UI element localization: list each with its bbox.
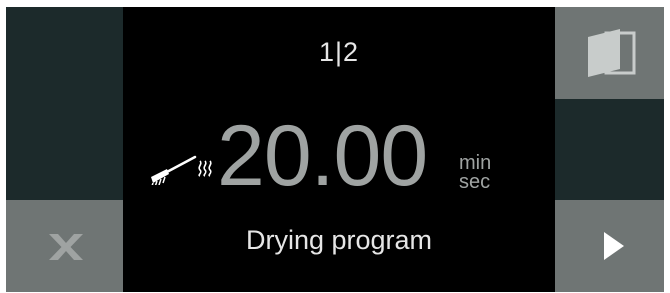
door-icon: [588, 29, 636, 77]
main-display: 1|2 20.00 min sec Drying program: [123, 7, 555, 292]
unit-seconds: sec: [459, 171, 491, 193]
cancel-button[interactable]: [6, 200, 123, 292]
page-indicator: 1|2: [318, 37, 360, 67]
next-button[interactable]: [555, 200, 664, 292]
door-button[interactable]: [555, 7, 664, 99]
left-empty-slot: [6, 7, 123, 200]
time-row: 20.00 min sec: [123, 111, 555, 205]
x-icon: [49, 234, 83, 260]
countdown-time: 20.00: [217, 108, 428, 204]
brush-icon: [151, 155, 197, 185]
right-empty-slot: [555, 99, 664, 200]
program-name: Drying program: [245, 225, 433, 255]
unit-minutes: min: [459, 152, 492, 174]
play-arrow-icon: [604, 232, 624, 260]
heat-waves-icon: [198, 160, 212, 177]
